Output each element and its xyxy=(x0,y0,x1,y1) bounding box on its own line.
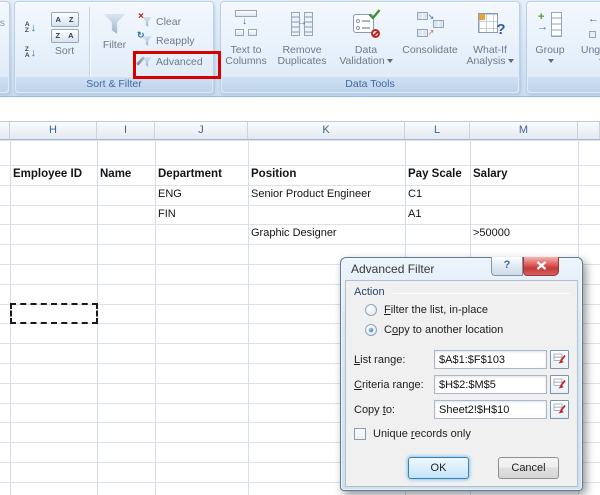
ribbon-group-partial: s xyxy=(0,1,10,94)
partial-label: s xyxy=(0,17,5,29)
group-icon: + → xyxy=(537,11,563,38)
grid-line xyxy=(0,244,600,246)
criteria-range-picker-button[interactable] xyxy=(550,375,569,394)
group-button[interactable]: + → Group xyxy=(529,6,571,78)
sort-button-label: Sort xyxy=(54,45,75,57)
radio-copy-to-location[interactable]: Copy to another location xyxy=(365,324,503,336)
list-range-picker-button[interactable] xyxy=(550,350,569,369)
data-validation-button[interactable]: Data Validation xyxy=(333,6,399,78)
copy-to-label: Copy to: xyxy=(354,404,395,416)
consolidate-button[interactable]: ↘ ↗ Consolidate xyxy=(397,6,463,78)
sort-ascending-button[interactable]: AZ ↓ xyxy=(19,17,42,39)
column-header-row: HIJKLM xyxy=(0,121,600,140)
column-header-K[interactable]: K xyxy=(248,122,405,139)
cell-L3[interactable]: C1 xyxy=(405,185,530,205)
column-header-L[interactable]: L xyxy=(405,122,470,139)
filter-button-label: Filter xyxy=(102,39,127,51)
group-divider xyxy=(393,293,570,294)
filter-funnel-icon xyxy=(103,14,126,34)
column-header-M[interactable]: M xyxy=(470,122,578,139)
column-header-H[interactable]: H xyxy=(10,122,97,139)
remove-duplicates-icon: → xyxy=(289,10,315,38)
close-icon xyxy=(536,261,546,270)
what-if-analysis-button[interactable]: ? What-If Analysis xyxy=(461,6,519,78)
checkbox-icon[interactable] xyxy=(354,428,366,440)
column-header-J[interactable]: J xyxy=(155,122,248,139)
marching-ants-cell[interactable] xyxy=(10,303,98,324)
group-label-sort-filter: Sort & Filter xyxy=(16,77,212,92)
cancel-button[interactable]: Cancel xyxy=(498,457,559,479)
copy-to-picker-button[interactable] xyxy=(550,400,569,419)
column-header-I[interactable]: I xyxy=(97,122,155,139)
excel-window: s AZ ↓ ZA ↓ AZ ZA Sort Filter × Clear ↻ … xyxy=(0,0,600,495)
ungroup-icon: ← xyxy=(588,11,600,38)
dropdown-arrow-icon xyxy=(507,59,514,64)
group-label-outline xyxy=(528,77,600,92)
ribbon: s AZ ↓ ZA ↓ AZ ZA Sort Filter × Clear ↻ … xyxy=(0,0,600,98)
reapply-filter-button[interactable]: ↻ Reapply xyxy=(137,30,215,49)
ribbon-group-outline: +→ Group ← Ungroup xyxy=(526,1,600,94)
copy-to-input[interactable] xyxy=(434,400,547,419)
criteria-range-input[interactable] xyxy=(434,375,547,394)
criteria-range-label: Criteria range: xyxy=(354,379,424,391)
column-header-partial[interactable] xyxy=(0,122,10,139)
cell-J4[interactable]: FIN xyxy=(155,205,308,225)
range-picker-icon xyxy=(553,403,566,413)
filter-button[interactable]: Filter xyxy=(92,7,137,77)
list-range-input[interactable] xyxy=(434,350,547,369)
ribbon-group-data-tools: ↓ Text toColumns → RemoveDuplicates Da xyxy=(220,1,520,94)
action-group-label: Action xyxy=(354,286,385,298)
range-picker-icon xyxy=(553,353,566,363)
range-picker-icon xyxy=(553,378,566,388)
cell-M5[interactable]: >50000 xyxy=(470,224,600,244)
sort-descending-button[interactable]: ZA ↓ xyxy=(19,42,42,64)
advanced-filter-dialog: Advanced Filter ? Action Filter the list… xyxy=(340,257,583,491)
text-to-columns-button[interactable]: ↓ Text to Columns xyxy=(223,6,269,78)
group-separator xyxy=(89,7,90,77)
group-label-data-tools: Data Tools xyxy=(222,77,518,92)
data-validation-icon xyxy=(353,9,381,38)
close-button[interactable] xyxy=(523,257,559,276)
annotation-red-box xyxy=(133,51,221,79)
column-header-partial[interactable] xyxy=(578,122,600,139)
clear-filter-button[interactable]: × Clear xyxy=(137,11,215,30)
dialog-body: Action Filter the list, in-place Copy to… xyxy=(345,280,578,487)
reapply-filter-icon: ↻ xyxy=(137,30,152,47)
radio-icon[interactable] xyxy=(365,324,377,336)
help-button[interactable]: ? xyxy=(491,257,523,276)
radio-icon[interactable] xyxy=(365,304,377,316)
sort-ascending-icon: AZ xyxy=(24,20,30,34)
sort-button[interactable]: AZ ZA Sort xyxy=(42,7,87,77)
ribbon-group-sort-filter: AZ ↓ ZA ↓ AZ ZA Sort Filter × Clear ↻ Re… xyxy=(14,1,214,94)
radio-filter-in-place[interactable]: Filter the list, in-place xyxy=(365,304,488,316)
text-to-columns-icon: ↓ xyxy=(233,9,259,39)
grid-line xyxy=(0,140,600,141)
what-if-analysis-icon: ? xyxy=(477,12,506,38)
dialog-title: Advanced Filter xyxy=(351,262,435,276)
unique-records-checkbox-row[interactable]: Unique records only xyxy=(354,428,471,440)
ungroup-button[interactable]: ← Ungroup xyxy=(573,6,600,78)
sort-descending-icon: ZA xyxy=(24,45,30,59)
sort-dialog-icon: AZ ZA xyxy=(50,12,79,43)
list-range-label: List range: xyxy=(354,354,406,366)
ok-button[interactable]: OK xyxy=(408,457,469,479)
cell-K5[interactable]: Graphic Designer xyxy=(248,224,465,244)
cell-M2[interactable]: Salary xyxy=(470,165,600,185)
cell-L4[interactable]: A1 xyxy=(405,205,530,225)
consolidate-icon: ↘ ↗ xyxy=(416,11,444,38)
clear-filter-icon: × xyxy=(138,11,152,28)
remove-duplicates-button[interactable]: → Remove Duplicates xyxy=(269,6,335,78)
dropdown-arrow-icon xyxy=(548,59,554,64)
dropdown-arrow-icon xyxy=(386,59,393,64)
